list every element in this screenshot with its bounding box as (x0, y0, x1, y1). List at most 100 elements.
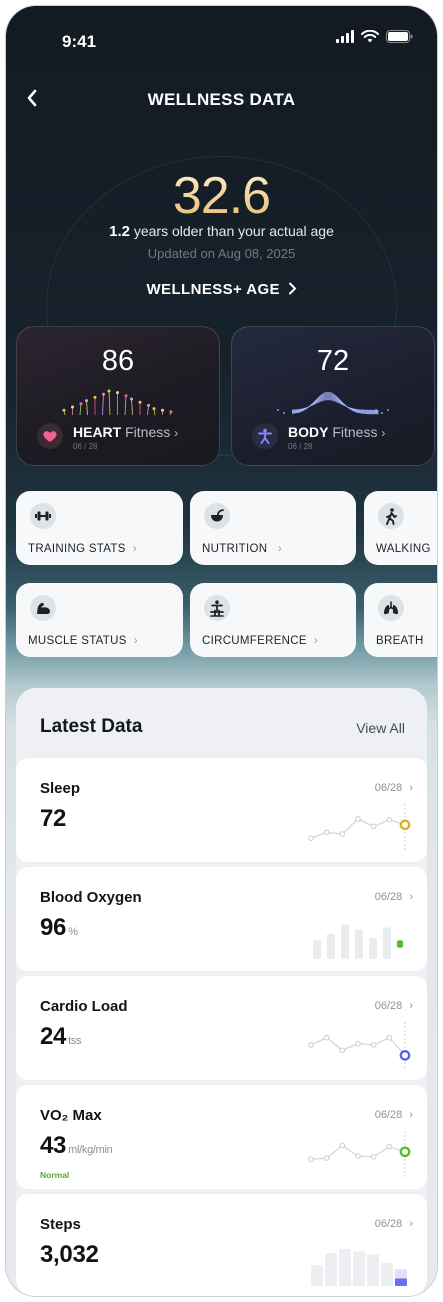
trend-latest-point (399, 1146, 411, 1158)
phone-screen: 9:41 WELLNESS DATA 32.6 1.2 years older … (6, 6, 437, 1296)
trend-latest-point (399, 819, 411, 831)
vo2-status-label: Normal (40, 1170, 70, 1180)
trend-point (323, 1155, 330, 1162)
heart-viz-dot (138, 400, 142, 404)
vo2-max-trend-chart (308, 1131, 411, 1179)
heart-label-sub: Fitness (125, 424, 171, 440)
heart-viz-dot (152, 407, 156, 411)
trend-latest-bar (397, 940, 403, 948)
wellness-age-link[interactable]: WELLNESS+ AGE (6, 281, 437, 298)
flexed-arm-icon (30, 595, 56, 621)
data-card-value: 24 tss (40, 1023, 82, 1050)
data-card-date: 06/28 › (374, 782, 413, 794)
body-viz-dot (381, 412, 383, 414)
data-card-vo2-max[interactable]: VO₂ Max 43 ml/kg/min Normal 06/28 › (16, 1085, 427, 1189)
trend-point (355, 1040, 361, 1047)
trend-latest-point (399, 1050, 411, 1061)
age-difference: 1.2 years older than your actual age (6, 223, 437, 240)
data-card-date: 06/28 › (374, 1109, 413, 1121)
heart-viz-stem (79, 403, 82, 416)
heart-viz-dot (62, 408, 66, 412)
heart-viz-stem (86, 400, 88, 416)
lungs-icon (378, 595, 404, 621)
trend-point (339, 1142, 346, 1149)
chevron-right-icon: › (174, 426, 179, 440)
body-fitness-label: BODY Fitness › (288, 424, 385, 440)
trend-point (386, 1034, 393, 1041)
cellular-signal-icon (336, 30, 354, 43)
trend-point (355, 1153, 361, 1159)
trend-point (339, 1047, 346, 1054)
tile-label: WALKING (376, 543, 431, 555)
tile-label: BREATH (376, 635, 424, 647)
tile-walking[interactable]: WALKING (364, 491, 437, 565)
heart-viz-stem (102, 394, 104, 416)
trend-bar (327, 933, 335, 959)
body-label-sub: Fitness (332, 424, 378, 440)
trend-point (308, 1156, 314, 1163)
trend-point (370, 823, 377, 830)
heart-viz-dot (130, 397, 133, 401)
heart-viz-dot (161, 408, 164, 412)
trend-bar (339, 1249, 351, 1286)
tile-muscle-status[interactable]: MUSCLE STATUS › (16, 583, 183, 657)
trend-bar (381, 1262, 393, 1286)
age-difference-text: years older than your actual age (133, 223, 334, 239)
body-fitness-score: 72 (316, 345, 350, 377)
trend-point (355, 816, 361, 822)
tile-label: TRAINING STATS › (28, 543, 137, 555)
heart-viz-dot (116, 391, 119, 395)
trend-point (323, 1034, 330, 1041)
tile-breath[interactable]: BREATH (364, 583, 437, 657)
view-all-link[interactable]: View All (356, 720, 405, 736)
tile-circumference[interactable]: CIRCUMFERENCE › (190, 583, 356, 657)
data-card-name: Cardio Load (40, 998, 128, 1015)
chevron-right-icon: › (381, 426, 386, 440)
data-card-name: Sleep (40, 780, 81, 797)
data-card-value: 96% (40, 914, 78, 941)
trend-point (339, 831, 346, 837)
bowl-icon (204, 503, 230, 529)
data-card-steps[interactable]: Steps 3,032 06/28 › (16, 1194, 427, 1296)
data-card-sleep[interactable]: Sleep 72 06/28 › (16, 758, 427, 862)
tile-nutrition[interactable]: NUTRITION › (190, 491, 356, 565)
data-card-value: 43 ml/kg/min (40, 1132, 113, 1159)
heart-viz-dot (102, 392, 105, 396)
data-card-cardio-load[interactable]: Cardio Load 24 tss 06/28 › (16, 976, 427, 1080)
status-icons (336, 30, 413, 43)
heart-fitness-card[interactable]: 86 HEART Fitness › 06 / 28 (16, 326, 220, 466)
trend-bar (311, 1265, 323, 1286)
data-card-date: 06/28 › (374, 1218, 413, 1230)
body-viz-dot (387, 409, 389, 411)
trend-point (308, 835, 314, 842)
body-viz-dot (375, 409, 377, 411)
heart-viz-dot (79, 402, 83, 406)
data-card-name: VO₂ Max (40, 1107, 102, 1124)
data-card-value: 3,032 (40, 1241, 99, 1268)
body-fitness-visual (277, 391, 389, 415)
trend-point (370, 1042, 377, 1048)
updated-date: Updated on Aug 08, 2025 (147, 246, 296, 261)
trend-point (386, 816, 393, 823)
heart-fitness-score: 86 (101, 345, 135, 377)
trend-latest-bar (395, 1278, 407, 1286)
heart-viz-dot (169, 410, 173, 414)
trend-bar (313, 940, 321, 959)
latest-data-title: Latest Data (40, 716, 143, 737)
heart-fitness-date: 06 / 28 (73, 442, 98, 451)
page-title: WELLNESS DATA (147, 90, 296, 109)
body-label-name: BODY (288, 424, 329, 440)
heart-fitness-visual (62, 389, 173, 416)
trend-bar (355, 929, 363, 959)
trend-bar (325, 1253, 337, 1286)
trend-point (323, 829, 330, 836)
wellness-age-link-label: WELLNESS+ AGE (146, 281, 280, 298)
body-fitness-date: 06 / 28 (288, 442, 313, 451)
body-fitness-card[interactable]: 72 BODY Fitness › 06 / 28 (231, 326, 435, 466)
tile-training-stats[interactable]: TRAINING STATS › (16, 491, 183, 565)
tile-label: CIRCUMFERENCE › (202, 635, 318, 647)
data-card-blood-oxygen[interactable]: Blood Oxygen 96% 06/28 › (16, 867, 427, 971)
trend-point (308, 1042, 314, 1048)
latest-data-panel: Latest Data View All Sleep 72 06/28 › Bl… (16, 688, 427, 1296)
heart-label-name: HEART (73, 424, 122, 440)
